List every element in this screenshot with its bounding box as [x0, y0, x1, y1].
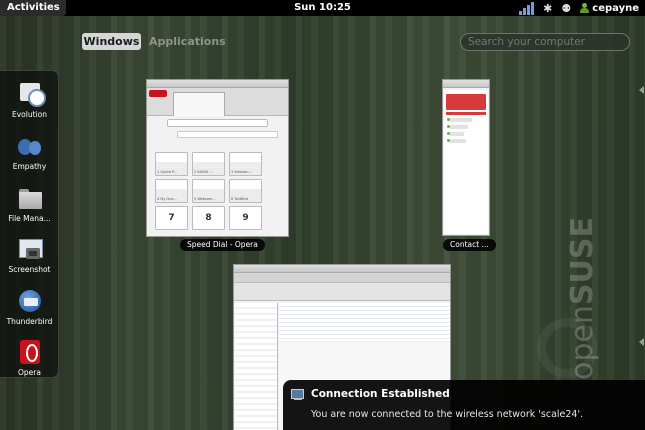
speed-dial-tile: 4 My Ope...: [155, 179, 188, 203]
top-bar: Activities Sun 10:25 ✱ ⚉ cepayne: [0, 0, 645, 16]
screenshot-icon: [16, 236, 44, 262]
speed-dial-tile: 6 TwitBird: [229, 179, 262, 203]
tab-windows[interactable]: Windows: [82, 33, 141, 50]
user-icon: [580, 3, 590, 13]
speed-dial-tile: 8: [192, 206, 225, 230]
opera-icon: [16, 339, 44, 365]
notification-banner[interactable]: Connection Established You are now conne…: [283, 380, 645, 430]
speed-dial-tile: 2 KAYAK ...: [192, 152, 225, 176]
tab-applications[interactable]: Applications: [149, 33, 226, 50]
window-thumbnail-contact-list[interactable]: [442, 79, 490, 236]
window-titlebar: [234, 265, 450, 273]
thunderbird-tab-bar: [234, 273, 450, 283]
search-input[interactable]: [460, 33, 630, 51]
opensuse-watermark: openSUSE: [565, 217, 600, 380]
dash-item-label: Evolution: [12, 110, 47, 119]
notification-body: You are now connected to the wireless ne…: [311, 409, 584, 420]
window-titlebar: [147, 80, 288, 88]
window-thumbnail-opera[interactable]: 1 Opera P... 2 KAYAK ... 3 Amazon... 4 M…: [146, 79, 289, 237]
opera-tab-bar: [147, 88, 288, 116]
accessibility-icon[interactable]: ⚉: [561, 2, 571, 15]
contact-row: [447, 125, 468, 129]
network-icon: [291, 389, 304, 400]
notification-title: Connection Established: [311, 388, 450, 400]
dash: Evolution Empathy File Mana... Screensho…: [0, 70, 59, 378]
speed-dial-tile: 1 Opera P...: [155, 152, 188, 176]
contact-list-header: [446, 94, 486, 110]
dash-item-file-manager[interactable]: File Mana...: [0, 185, 59, 223]
dash-item-opera[interactable]: Opera: [0, 339, 59, 377]
opera-menu-button: [149, 90, 167, 97]
workspace-edge-indicator: [639, 86, 645, 346]
file-manager-icon: [16, 185, 44, 211]
dash-item-label: Empathy: [12, 162, 47, 171]
user-name: cepayne: [592, 2, 639, 14]
dash-item-label: Screenshot: [8, 265, 51, 274]
thunderbird-toolbar: [234, 283, 450, 301]
thunderbird-folder-pane: [234, 303, 278, 430]
window-caption-opera[interactable]: Speed Dial - Opera: [180, 239, 265, 251]
contact-row: [447, 132, 464, 136]
dash-item-evolution[interactable]: Evolution: [0, 81, 59, 119]
dash-item-screenshot[interactable]: Screenshot: [0, 236, 59, 274]
speed-dial-tile: 9: [229, 206, 262, 230]
speed-dial-tile: 5 Webcam...: [192, 179, 225, 203]
window-caption-contact-list[interactable]: Contact ...: [443, 239, 496, 251]
dash-item-empathy[interactable]: Empathy: [0, 133, 59, 171]
thunderbird-message-list: [279, 303, 450, 341]
evolution-icon: [16, 81, 46, 107]
contact-list-body: [444, 90, 488, 234]
dash-item-label: File Mana...: [8, 214, 51, 223]
contact-row: [447, 139, 466, 143]
system-tray: ✱ ⚉ cepayne: [519, 1, 639, 15]
user-menu[interactable]: cepayne: [580, 3, 639, 14]
window-titlebar: [443, 80, 489, 88]
thunderbird-icon: [16, 288, 44, 314]
speed-dial-tile: 7: [155, 206, 188, 230]
bluetooth-icon[interactable]: ✱: [543, 2, 552, 15]
speed-dial-search: [177, 131, 278, 138]
contact-row: [447, 118, 472, 122]
dash-item-thunderbird[interactable]: Thunderbird: [0, 288, 59, 326]
address-bar: [167, 119, 268, 127]
signal-strength-icon[interactable]: [519, 1, 535, 15]
opera-tab-speed-dial: [173, 92, 225, 116]
dash-item-label: Opera: [18, 368, 41, 377]
speed-dial-tile: 3 Amazon...: [229, 152, 262, 176]
dash-item-label: Thunderbird: [6, 317, 53, 326]
empathy-icon: [16, 133, 44, 159]
